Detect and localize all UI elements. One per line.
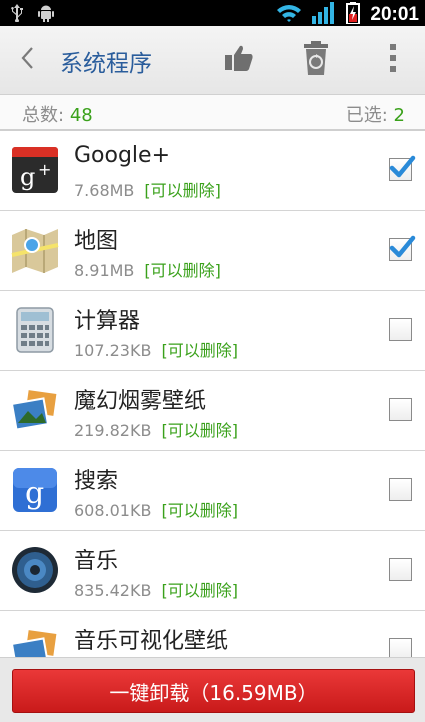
deletable-tag: [可以删除] [144, 261, 221, 280]
app-size-value: 608.01KB [74, 501, 152, 520]
bottom-bar: 一键卸载（16.59MB） [0, 657, 425, 722]
rate-button[interactable] [219, 40, 259, 80]
check-icon [389, 155, 416, 178]
deletable-tag: [可以删除] [144, 181, 221, 200]
total-label: 总数: [22, 105, 65, 126]
android-debug-icon [38, 4, 54, 26]
select-checkbox[interactable] [389, 638, 412, 657]
action-bar: 系统程序 [0, 26, 425, 95]
app-size-value: 8.91MB [74, 261, 135, 280]
app-name: 地图 [74, 229, 119, 254]
deletable-tag: [可以删除] [161, 581, 238, 600]
app-size-value: 219.82KB [74, 421, 152, 440]
app-size: 107.23KB [可以删除] [74, 337, 238, 361]
thumbs-up-icon [224, 44, 254, 76]
select-checkbox[interactable] [389, 558, 412, 581]
page-title: 系统程序 [60, 51, 152, 77]
app-size-value: 107.23KB [74, 341, 152, 360]
app-row[interactable]: 计算器 107.23KB [可以删除] [0, 291, 425, 371]
wallpaper-icon [10, 625, 60, 657]
select-checkbox[interactable] [389, 235, 416, 261]
app-row[interactable]: 魔幻烟雾壁纸 219.82KB [可以删除] [0, 371, 425, 451]
select-checkbox[interactable] [389, 155, 416, 181]
selected-value: 2 [393, 105, 405, 126]
summary-bar: 总数: 48 已选: 2 [0, 95, 425, 131]
app-name: Google+ [74, 143, 171, 168]
app-size-value: 835.42KB [74, 581, 152, 600]
calculator-icon [10, 305, 60, 355]
app-name: 魔幻烟雾壁纸 [74, 389, 207, 414]
selected-label: 已选: [345, 105, 388, 126]
svg-text:+: + [38, 160, 51, 179]
check-icon [389, 235, 416, 258]
total-count: 总数: 48 [22, 101, 93, 127]
battery-charging-icon [346, 2, 361, 28]
recycle-bin-icon [303, 41, 329, 79]
app-name: 计算器 [74, 309, 141, 334]
svg-text:g: g [25, 476, 44, 511]
app-name: 音乐 [74, 549, 119, 574]
app-row[interactable]: g + Google+ 7.68MB [可以删除] [0, 131, 425, 211]
uninstall-button[interactable]: 一键卸载（16.59MB） [12, 669, 415, 713]
select-checkbox[interactable] [389, 398, 412, 421]
wifi-icon [276, 3, 302, 27]
app-size: 608.01KB [可以删除] [74, 497, 238, 521]
google-plus-icon: g + [10, 145, 60, 195]
app-row[interactable]: g 搜索 608.01KB [可以删除] [0, 451, 425, 531]
back-button[interactable] [12, 40, 42, 80]
overflow-menu-icon [389, 43, 397, 77]
app-list[interactable]: g + Google+ 7.68MB [可以删除] 地图 8.91MB [可以删除] [0, 131, 425, 657]
back-icon [20, 46, 34, 74]
total-value: 48 [69, 105, 93, 126]
signal-icon [312, 2, 336, 28]
music-speaker-icon [10, 545, 60, 595]
recycle-bin-button[interactable] [296, 40, 336, 80]
app-size: 835.42KB [可以删除] [74, 577, 238, 601]
app-row[interactable]: 音乐 835.42KB [可以删除] [0, 531, 425, 611]
app-name: 搜索 [74, 469, 119, 494]
app-row[interactable]: 地图 8.91MB [可以删除] [0, 211, 425, 291]
selected-count: 已选: 2 [346, 101, 405, 127]
svg-text:g: g [20, 163, 35, 191]
overflow-menu-button[interactable] [373, 40, 413, 80]
app-size: 8.91MB [可以删除] [74, 257, 221, 281]
maps-icon [10, 225, 60, 275]
google-search-icon: g [10, 465, 60, 515]
select-checkbox[interactable] [389, 318, 412, 341]
select-checkbox[interactable] [389, 478, 412, 501]
app-size: 7.68MB [可以删除] [74, 177, 221, 201]
app-row[interactable]: 音乐可视化壁纸 [0, 611, 425, 657]
app-size-value: 7.68MB [74, 181, 135, 200]
status-bar: 20:01 [0, 0, 425, 26]
app-size: 219.82KB [可以删除] [74, 417, 238, 441]
deletable-tag: [可以删除] [161, 501, 238, 520]
app-name: 音乐可视化壁纸 [74, 629, 229, 654]
usb-icon [10, 4, 24, 26]
wallpaper-icon [10, 385, 60, 435]
deletable-tag: [可以删除] [161, 421, 238, 440]
clock: 20:01 [370, 4, 419, 25]
deletable-tag: [可以删除] [161, 341, 238, 360]
